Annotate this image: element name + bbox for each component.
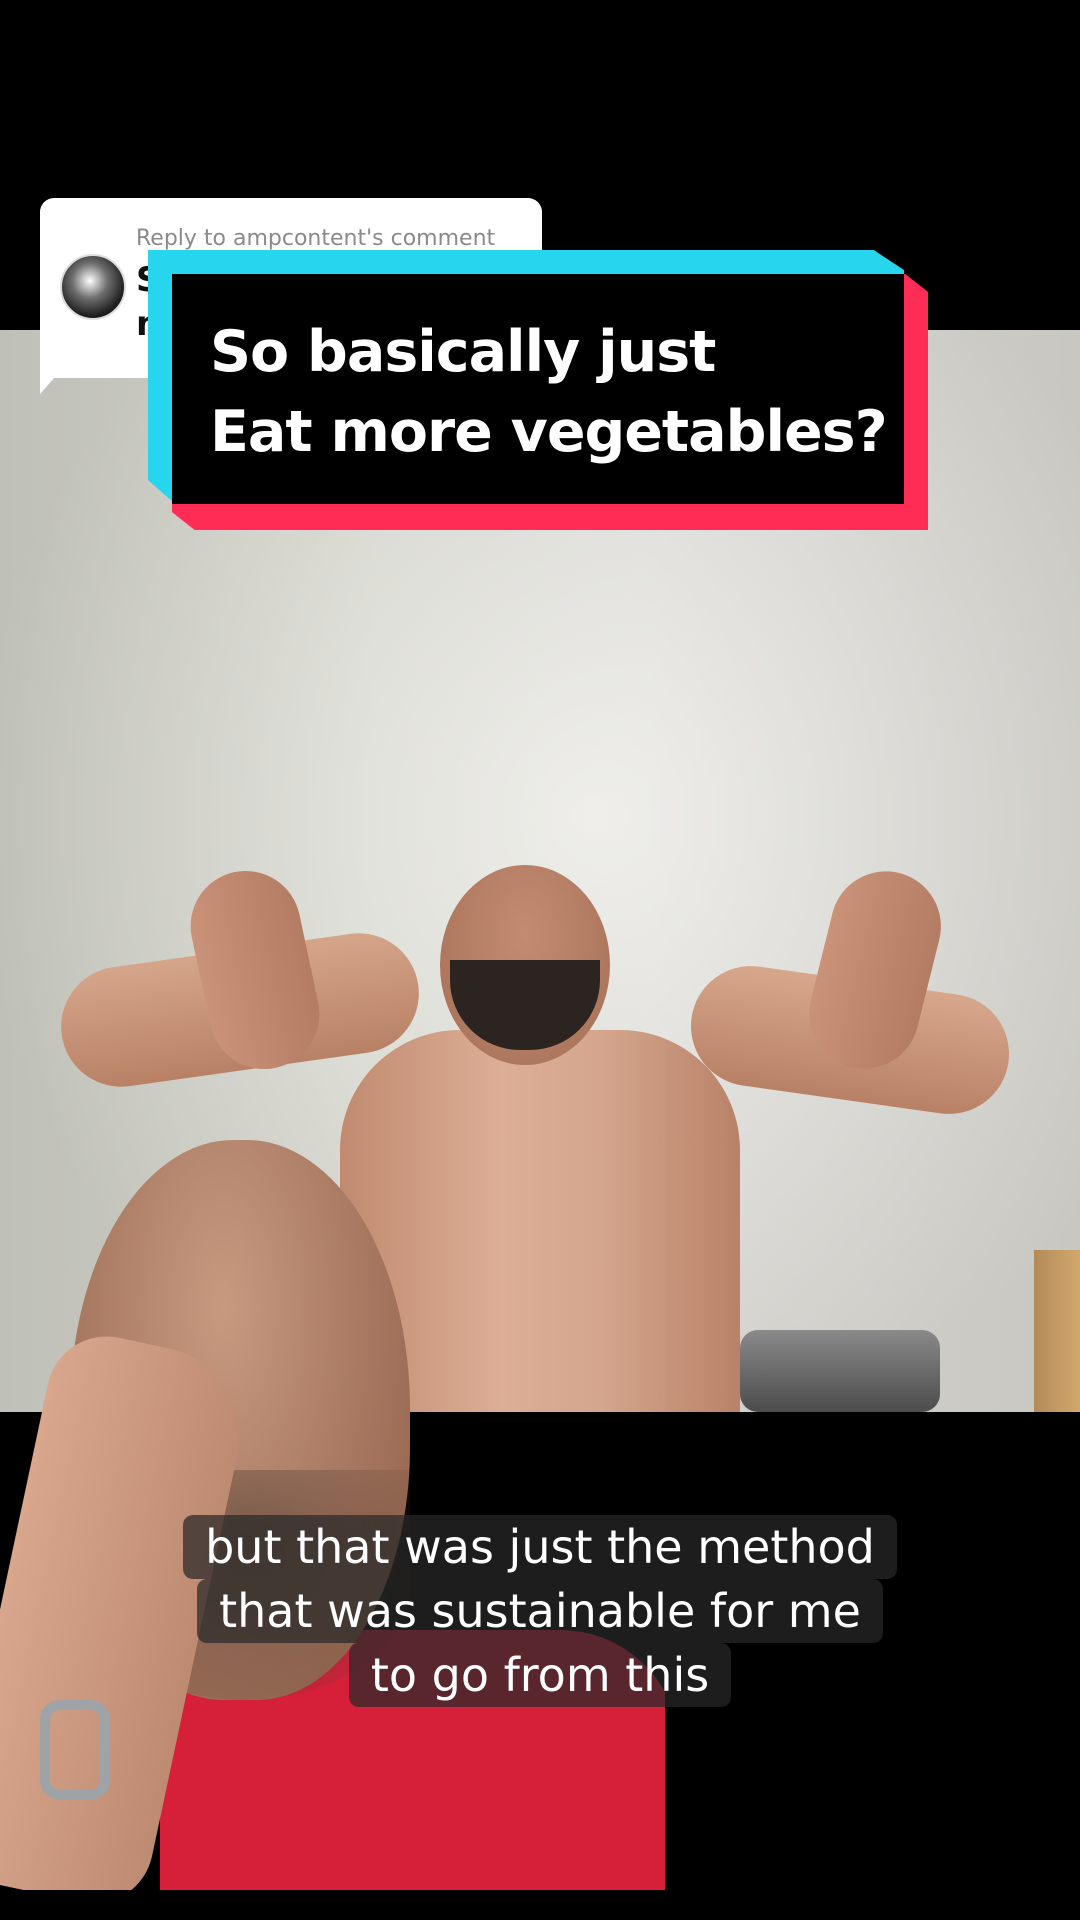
title-sticker: So basically just Eat more vegetables? [148, 250, 928, 530]
dumbbell [820, 1330, 940, 1412]
caption-line-1: but that was just the method [183, 1515, 897, 1579]
reply-label: Reply to ampcontent's comment [136, 226, 496, 251]
title-line-1: So basically just [210, 319, 716, 385]
caption-line-3: to go from this [348, 1643, 732, 1707]
reply-bubble-tail [40, 360, 70, 394]
caption-line-2: that was sustainable for me [197, 1579, 883, 1643]
commenter-avatar [60, 254, 126, 320]
captions: but that was just the method that was su… [0, 1515, 1080, 1707]
title-text: So basically just Eat more vegetables? [210, 312, 900, 472]
wooden-shelf [1034, 1250, 1080, 1412]
title-line-2: Eat more vegetables? [210, 399, 888, 465]
ring-icon [40, 1700, 110, 1800]
